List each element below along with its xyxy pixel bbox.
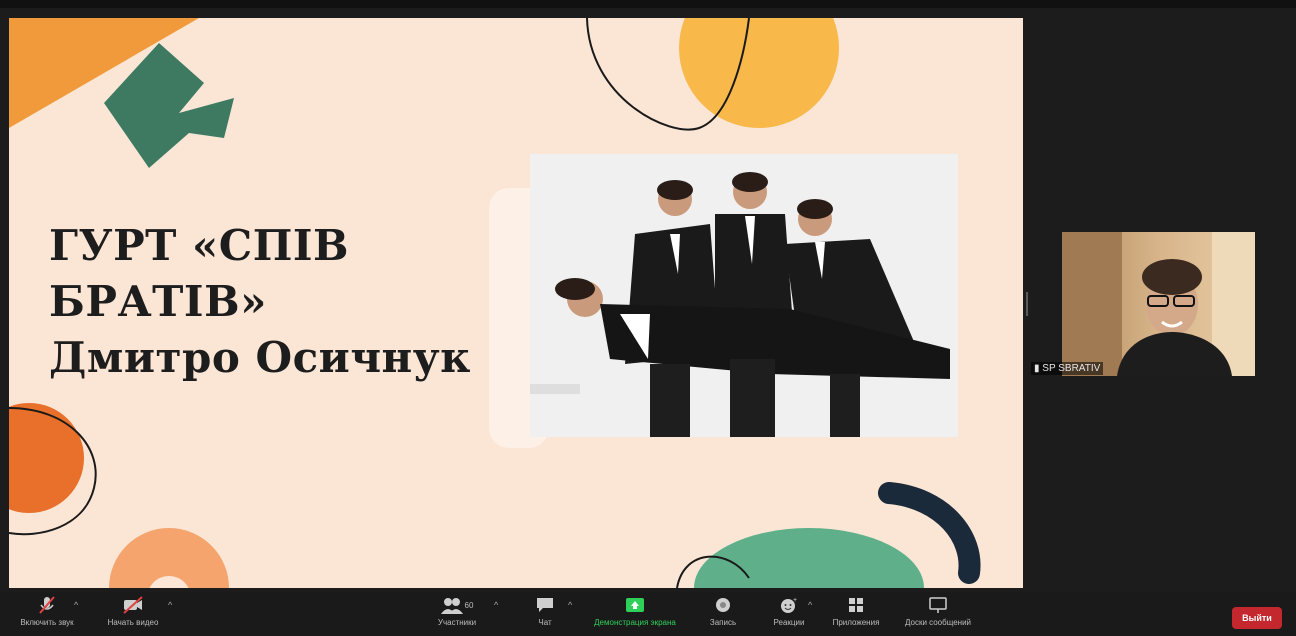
- participants-label: Участники: [437, 618, 477, 627]
- participants-icon: 60: [440, 592, 474, 618]
- svg-text:+: +: [793, 597, 797, 604]
- band-photo: [530, 154, 958, 437]
- share-screen-icon: [624, 592, 646, 618]
- share-screen-button[interactable]: Демонстрация экрана: [585, 592, 685, 636]
- participants-button[interactable]: 60 Участники: [430, 592, 484, 636]
- video-off-icon: [122, 592, 144, 618]
- caret-up-icon[interactable]: ^: [568, 600, 572, 610]
- start-video-button[interactable]: Начать видео: [100, 592, 166, 636]
- apps-icon: [847, 592, 865, 618]
- leave-meeting-button[interactable]: Выйти: [1232, 607, 1282, 629]
- chat-button[interactable]: Чат: [530, 592, 560, 636]
- panel-resize-handle[interactable]: [1026, 292, 1028, 316]
- reactions-button[interactable]: + Реакции: [764, 592, 814, 636]
- whiteboards-label: Доски сообщений: [904, 618, 971, 627]
- whiteboards-button[interactable]: Доски сообщений: [895, 592, 981, 636]
- caret-up-icon[interactable]: ^: [494, 600, 498, 610]
- signal-strength-icon: ▮: [1034, 363, 1040, 374]
- reactions-label: Реакции: [773, 618, 805, 627]
- mute-label: Включить звук: [20, 618, 74, 627]
- chat-label: Чат: [538, 618, 552, 627]
- whiteboard-icon: [928, 592, 948, 618]
- video-label: Начать видео: [107, 618, 159, 627]
- apps-label: Приложения: [832, 618, 880, 627]
- mute-button[interactable]: Включить звук: [12, 592, 82, 636]
- participant-name-label: ▮ SP SBRATIV: [1031, 362, 1104, 375]
- chat-icon: [535, 592, 555, 618]
- record-icon: [714, 592, 732, 618]
- slide-title-line-1: ГУРТ «СПІВ: [49, 221, 350, 270]
- share-label: Демонстрация экрана: [594, 618, 676, 627]
- reactions-icon: +: [779, 592, 799, 618]
- slide-title-line-3: Дмитро Осичнук: [49, 333, 472, 382]
- record-label: Запись: [709, 618, 737, 627]
- record-button[interactable]: Запись: [700, 592, 746, 636]
- slide-title-line-2: БРАТІВ»: [49, 277, 267, 326]
- participants-count: 60: [464, 600, 474, 610]
- caret-up-icon[interactable]: ^: [74, 600, 78, 610]
- caret-up-icon[interactable]: ^: [808, 600, 812, 610]
- band-photo-illustration: [530, 154, 958, 437]
- apps-button[interactable]: Приложения: [823, 592, 889, 636]
- microphone-muted-icon: [37, 592, 57, 618]
- slide-title: ГУРТ «СПІВ БРАТІВ» Дмитро Осичнук: [49, 218, 529, 386]
- participant-video-tile[interactable]: [1062, 232, 1255, 376]
- participant-name: SP SBRATIV: [1042, 363, 1101, 374]
- participant-video-illustration: [1062, 232, 1255, 376]
- caret-up-icon[interactable]: ^: [168, 600, 172, 610]
- meeting-toolbar: Включить звук ^ Начать видео ^ 60 Участн…: [0, 592, 1296, 636]
- shared-slide: ГУРТ «СПІВ БРАТІВ» Дмитро Осичнук: [9, 18, 1023, 588]
- window-top-strip: [0, 0, 1296, 8]
